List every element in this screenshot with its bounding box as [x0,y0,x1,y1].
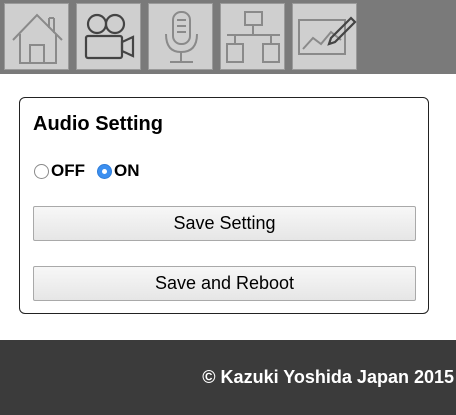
network-icon [226,11,280,63]
audio-off-radio[interactable] [34,164,49,179]
top-nav-bar [0,0,456,74]
save-and-reboot-button[interactable]: Save and Reboot [33,266,416,301]
video-camera-icon [84,13,135,60]
image-edit-icon [298,16,357,55]
tab-image-settings[interactable] [292,3,357,70]
footer: © Kazuki Yoshida Japan 2015 [0,340,456,415]
copyright-text: © Kazuki Yoshida Japan 2015 [202,367,454,387]
panel-title: Audio Setting [33,113,163,135]
home-icon [12,13,63,64]
audio-setting-panel: Audio Setting OFF ON Save Setting Save a… [19,97,429,314]
microphone-icon [165,11,198,63]
tab-video[interactable] [76,3,141,70]
tab-network[interactable] [220,3,285,70]
tab-home[interactable] [4,3,69,70]
save-setting-button[interactable]: Save Setting [33,206,416,241]
audio-on-radio[interactable] [97,164,112,179]
tab-audio[interactable] [148,3,213,70]
audio-on-label[interactable]: ON [114,161,140,181]
audio-off-label[interactable]: OFF [51,161,85,181]
